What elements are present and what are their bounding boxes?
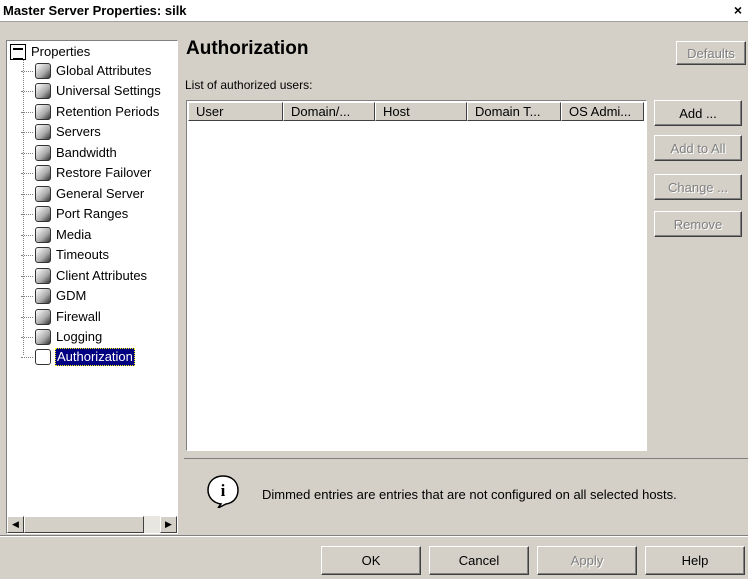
scroll-thumb[interactable]	[24, 516, 144, 533]
scroll-left-icon[interactable]: ◀	[7, 516, 24, 533]
authorization-icon	[35, 349, 51, 365]
tree-item-label: Port Ranges	[56, 206, 129, 221]
change-button[interactable]: Change ...	[654, 174, 742, 200]
apply-button[interactable]: Apply	[537, 546, 637, 575]
tree-item-media[interactable]: Media	[21, 225, 92, 245]
help-button[interactable]: Help	[645, 546, 745, 575]
column-header-user[interactable]: User	[188, 102, 283, 121]
tree-root[interactable]: Properties	[10, 43, 91, 61]
column-header-domain-type[interactable]: Domain T...	[467, 102, 561, 121]
port-ranges-icon	[35, 206, 51, 222]
server-icon	[35, 124, 51, 140]
tree-horizontal-scrollbar[interactable]: ◀ ▶	[7, 516, 177, 533]
tree-item-firewall[interactable]: Firewall	[21, 307, 102, 327]
tree-item-label: Retention Periods	[56, 104, 160, 119]
ok-button[interactable]: OK	[321, 546, 421, 575]
column-header-os-admin[interactable]: OS Admi...	[561, 102, 644, 121]
tree-item-logging[interactable]: Logging	[21, 327, 103, 347]
clock-icon	[35, 247, 51, 263]
tree-item-label: Universal Settings	[56, 83, 161, 98]
tree-item-gdm[interactable]: GDM	[21, 286, 87, 306]
tree-item-bandwidth[interactable]: Bandwidth	[21, 143, 118, 163]
media-icon	[35, 227, 51, 243]
info-glyph: i	[221, 481, 226, 500]
tree-item-label: Global Attributes	[56, 63, 152, 78]
tree-item-timeouts[interactable]: Timeouts	[21, 245, 110, 265]
tree-item-label: Media	[56, 227, 92, 242]
firewall-icon	[35, 309, 51, 325]
window-title: Master Server Properties: silk	[3, 3, 187, 18]
tree-item-universal-settings[interactable]: Universal Settings	[21, 81, 162, 101]
tree-item-label: Restore Failover	[56, 165, 152, 180]
client-attributes-icon	[35, 268, 51, 284]
tree-item-port-ranges[interactable]: Port Ranges	[21, 204, 129, 224]
info-message: Dimmed entries are entries that are not …	[262, 487, 677, 502]
tree-item-label-selected: Authorization	[55, 348, 135, 366]
close-icon[interactable]: ×	[730, 2, 746, 18]
tree-item-label: Logging	[56, 329, 103, 344]
tree-item-label: General Server	[56, 186, 145, 201]
column-header-host[interactable]: Host	[375, 102, 467, 121]
tree-item-label: GDM	[56, 288, 87, 303]
title-bar: Master Server Properties: silk ×	[0, 0, 748, 22]
tree-item-authorization[interactable]: Authorization	[21, 347, 135, 367]
tree-item-label: Bandwidth	[56, 145, 117, 160]
tree-item-client-attributes[interactable]: Client Attributes	[21, 266, 148, 286]
add-button[interactable]: Add ...	[654, 100, 742, 126]
general-server-icon	[35, 186, 51, 202]
properties-icon	[10, 44, 26, 60]
globe-icon	[35, 63, 51, 79]
tree-item-label: Firewall	[56, 309, 101, 324]
tree-root-label: Properties	[31, 44, 91, 59]
restore-failover-icon	[35, 165, 51, 181]
footer-divider	[0, 535, 748, 537]
info-icon: i	[207, 475, 239, 508]
properties-tree[interactable]: Properties Global Attributes Universal S…	[6, 40, 178, 534]
remove-button[interactable]: Remove	[654, 211, 742, 237]
retention-icon	[35, 104, 51, 120]
tree-item-global-attributes[interactable]: Global Attributes	[21, 61, 152, 81]
cancel-button[interactable]: Cancel	[429, 546, 529, 575]
defaults-button[interactable]: Defaults	[676, 41, 746, 65]
scroll-right-icon[interactable]: ▶	[160, 516, 177, 533]
logging-icon	[35, 329, 51, 345]
tree-item-general-server[interactable]: General Server	[21, 184, 145, 204]
tree-item-servers[interactable]: Servers	[21, 122, 102, 142]
column-header-domain[interactable]: Domain/...	[283, 102, 375, 121]
tree-item-label: Client Attributes	[56, 268, 148, 283]
tree-item-label: Timeouts	[56, 247, 109, 262]
authorized-users-list[interactable]: User Domain/... Host Domain T... OS Admi…	[186, 100, 647, 451]
list-label: List of authorized users:	[185, 78, 313, 92]
page-title: Authorization	[186, 38, 309, 59]
add-to-all-button[interactable]: Add to All	[654, 135, 742, 161]
gdm-icon	[35, 288, 51, 304]
settings-icon	[35, 83, 51, 99]
bandwidth-icon	[35, 145, 51, 161]
tree-item-restore-failover[interactable]: Restore Failover	[21, 163, 152, 183]
tree-item-retention-periods[interactable]: Retention Periods	[21, 102, 160, 122]
tree-item-label: Servers	[56, 124, 101, 139]
